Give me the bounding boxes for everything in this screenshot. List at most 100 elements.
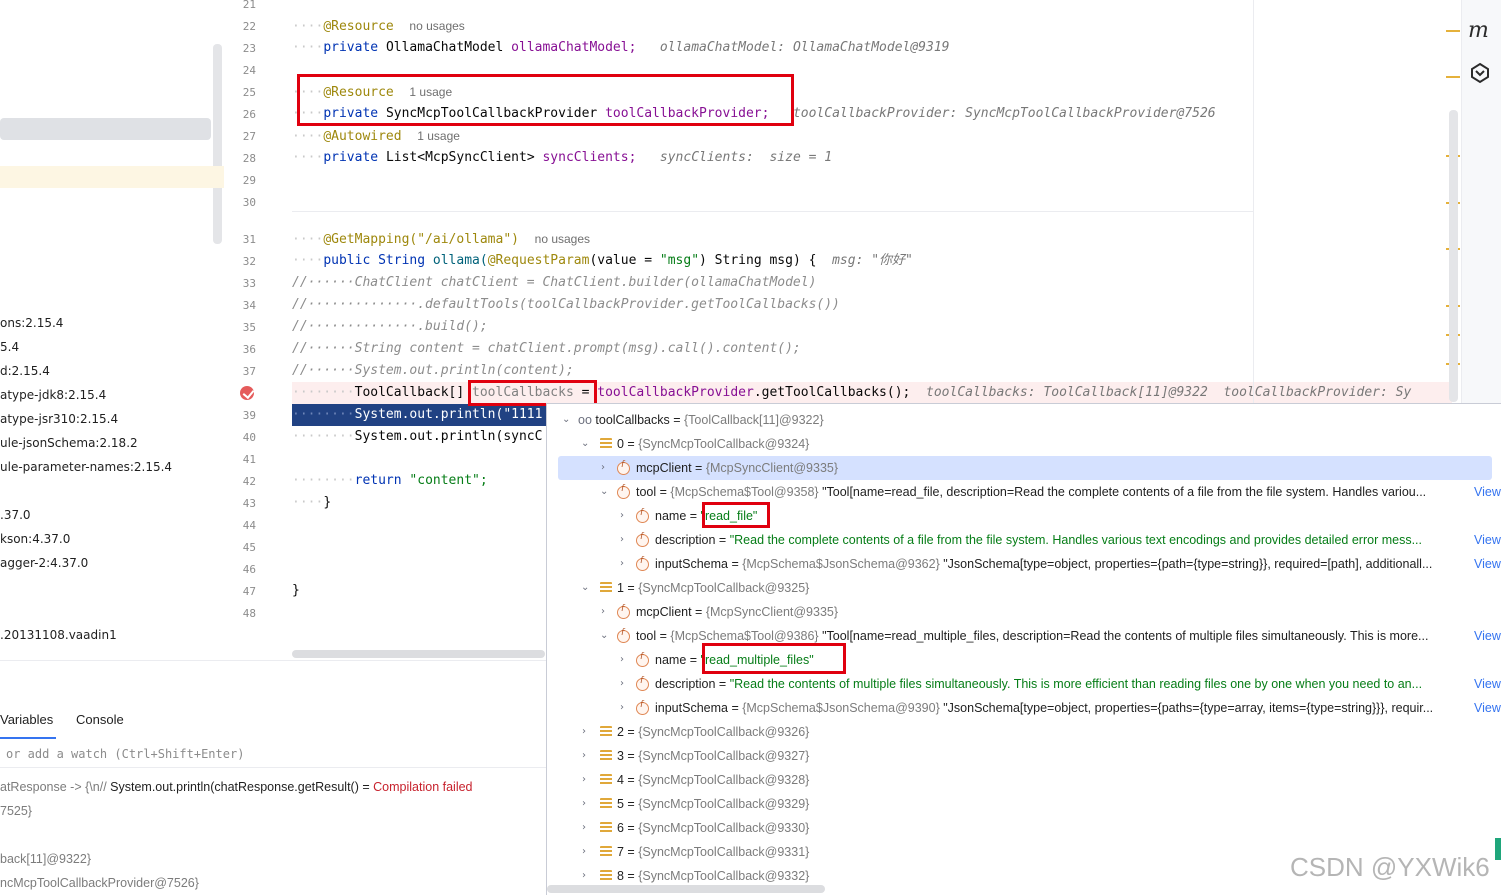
library-item[interactable]: d:2.15.4 <box>0 363 50 379</box>
comment: .defaultTools(toolCallbackProvider.getTo… <box>417 297 840 312</box>
popup-row-6[interactable]: 6 = {SyncMcpToolCallback@9330} <box>617 816 809 840</box>
watch-input[interactable]: or add a watch (Ctrl+Shift+Enter) <box>0 740 546 768</box>
popup-row-7[interactable]: 7 = {SyncMcpToolCallback@9331} <box>617 840 809 864</box>
chevron-right-icon[interactable]: › <box>620 552 630 576</box>
variable-row[interactable]: 7525} <box>0 804 32 818</box>
field-icon <box>636 556 649 571</box>
chevron-down-icon[interactable]: ⌄ <box>581 432 591 456</box>
chevron-right-icon[interactable]: › <box>582 792 592 816</box>
popup-row-5[interactable]: 5 = {SyncMcpToolCallback@9329} <box>617 792 809 816</box>
popup-row-description[interactable]: description = "Read the complete content… <box>655 528 1422 552</box>
chevron-right-icon[interactable]: › <box>582 720 592 744</box>
popup-row-0[interactable]: 0 = {SyncMcpToolCallback@9324} <box>617 432 809 456</box>
usage-hint[interactable]: no usages <box>409 19 464 33</box>
popup-field-name: 1 <box>617 581 624 595</box>
tab-variables[interactable]: Variables <box>0 712 53 727</box>
chevron-right-icon[interactable]: › <box>601 600 611 624</box>
library-item[interactable]: .37.0 <box>0 507 31 523</box>
view-link[interactable]: View <box>1474 629 1501 643</box>
library-item[interactable]: kson:4.37.0 <box>0 531 70 547</box>
array-element-icon <box>600 774 612 786</box>
chevron-right-icon[interactable]: › <box>582 744 592 768</box>
popup-row-description[interactable]: description = "Read the contents of mult… <box>655 672 1422 696</box>
popup-row-tool[interactable]: tool = {McpSchema$Tool@9358} "Tool[name=… <box>636 480 1426 504</box>
library-item[interactable]: ons:2.15.4 <box>0 315 63 331</box>
view-link[interactable]: View <box>1474 557 1501 571</box>
ai-assistant-icon[interactable] <box>1469 62 1491 84</box>
stripe-mark[interactable] <box>1446 76 1460 78</box>
inline-value: toolCallbacks: ToolCallback[11]@9322 <box>926 385 1208 400</box>
chevron-down-icon[interactable]: ⌄ <box>600 624 610 648</box>
equals-sign: = <box>623 773 639 787</box>
library-item[interactable]: ule-jsonSchema:2.18.2 <box>0 435 138 451</box>
popup-field-ref: {McpSchema$JsonSchema@9390} <box>742 701 940 715</box>
popup-root-row[interactable]: oo toolCallbacks = {ToolCallback[11]@932… <box>578 408 824 432</box>
variable-value: System.out.println(chatResponse.getResul… <box>110 780 374 794</box>
project-selected-row[interactable] <box>0 118 211 140</box>
array-element-icon <box>600 750 612 762</box>
popup-field-name: name <box>655 653 687 667</box>
view-link[interactable]: View <box>1474 677 1501 691</box>
popup-row-1[interactable]: 1 = {SyncMcpToolCallback@9325} <box>617 576 809 600</box>
line-number: 48 <box>242 607 256 620</box>
popup-scroll-indicator[interactable] <box>1495 838 1501 860</box>
chevron-right-icon[interactable]: › <box>620 672 630 696</box>
chevron-right-icon[interactable]: › <box>620 504 630 528</box>
view-link[interactable]: View <box>1474 701 1501 715</box>
inline-value: toolCallbackProvider: Sy <box>1223 385 1412 400</box>
line-number: 28 <box>242 152 256 165</box>
popup-row-4[interactable]: 4 = {SyncMcpToolCallback@9328} <box>617 768 809 792</box>
project-panel: ons:2.15.4 5.4 d:2.15.4 atype-jdk8:2.15.… <box>0 0 224 660</box>
popup-horizontal-scrollbar[interactable] <box>547 885 825 893</box>
usage-hint[interactable]: 1 usage <box>417 129 460 143</box>
editor-vertical-scrollbar[interactable] <box>1449 110 1458 402</box>
library-item[interactable]: atype-jsr310:2.15.4 <box>0 411 118 427</box>
variable-row[interactable]: back[11]@9322} <box>0 852 91 866</box>
chevron-right-icon[interactable]: › <box>620 528 630 552</box>
library-item[interactable]: 5.4 <box>0 339 19 355</box>
library-item[interactable]: .20131108.vaadin1 <box>0 627 117 643</box>
popup-row-inputschema[interactable]: inputSchema = {McpSchema$JsonSchema@9362… <box>655 552 1432 576</box>
keyword: private <box>323 150 379 165</box>
code-text: System.out.println("1111 <box>354 407 543 422</box>
equals-sign: = <box>623 845 639 859</box>
chevron-right-icon[interactable]: › <box>582 840 592 864</box>
line-number: 21 <box>242 0 256 11</box>
library-item[interactable]: agger-2:4.37.0 <box>0 555 88 571</box>
chevron-right-icon[interactable]: › <box>620 648 630 672</box>
equals-sign: = <box>623 725 639 739</box>
annotation: @GetMapping("/ai/ollama") <box>323 232 519 247</box>
chevron-right-icon[interactable]: › <box>601 456 611 480</box>
popup-row-mcpclient[interactable]: mcpClient = {McpSyncClient@9335} <box>636 456 838 480</box>
annotation: @RequestParam <box>487 253 590 268</box>
field-icon <box>636 700 649 715</box>
editor-horizontal-scrollbar[interactable] <box>292 650 545 658</box>
chevron-down-icon[interactable]: ⌄ <box>581 576 591 600</box>
library-item[interactable]: ule-parameter-names:2.15.4 <box>0 459 172 475</box>
popup-field-name: 7 <box>617 845 624 859</box>
library-item[interactable]: atype-jdk8:2.15.4 <box>0 387 106 403</box>
chevron-right-icon[interactable]: › <box>620 696 630 720</box>
popup-field-ref: {SyncMcpToolCallback@9330} <box>638 821 810 835</box>
variable-row[interactable]: atResponse -> {\n// System.out.println(c… <box>0 780 473 794</box>
usage-hint[interactable]: no usages <box>535 232 590 246</box>
line-number: 23 <box>242 42 256 55</box>
popup-row-2[interactable]: 2 = {SyncMcpToolCallback@9326} <box>617 720 809 744</box>
tab-console[interactable]: Console <box>76 712 124 727</box>
maven-icon[interactable]: m <box>1468 18 1489 43</box>
chevron-down-icon[interactable]: ⌄ <box>562 408 572 432</box>
chevron-right-icon[interactable]: › <box>582 816 592 840</box>
popup-row-inputschema[interactable]: inputSchema = {McpSchema$JsonSchema@9390… <box>655 696 1433 720</box>
chevron-right-icon[interactable]: › <box>582 768 592 792</box>
view-link[interactable]: View <box>1474 485 1501 499</box>
chevron-down-icon[interactable]: ⌄ <box>600 480 610 504</box>
breakpoint-icon[interactable] <box>240 386 254 400</box>
equals-sign: = <box>656 485 671 499</box>
stripe-mark[interactable] <box>1446 30 1460 32</box>
popup-row-3[interactable]: 3 = {SyncMcpToolCallback@9327} <box>617 744 809 768</box>
view-link[interactable]: View <box>1474 533 1501 547</box>
variable-row[interactable]: ncMcpToolCallbackProvider@7526} <box>0 876 199 890</box>
project-scrollbar[interactable] <box>213 44 222 244</box>
popup-row-mcpclient[interactable]: mcpClient = {McpSyncClient@9335} <box>636 600 838 624</box>
array-element-icon <box>600 846 612 858</box>
